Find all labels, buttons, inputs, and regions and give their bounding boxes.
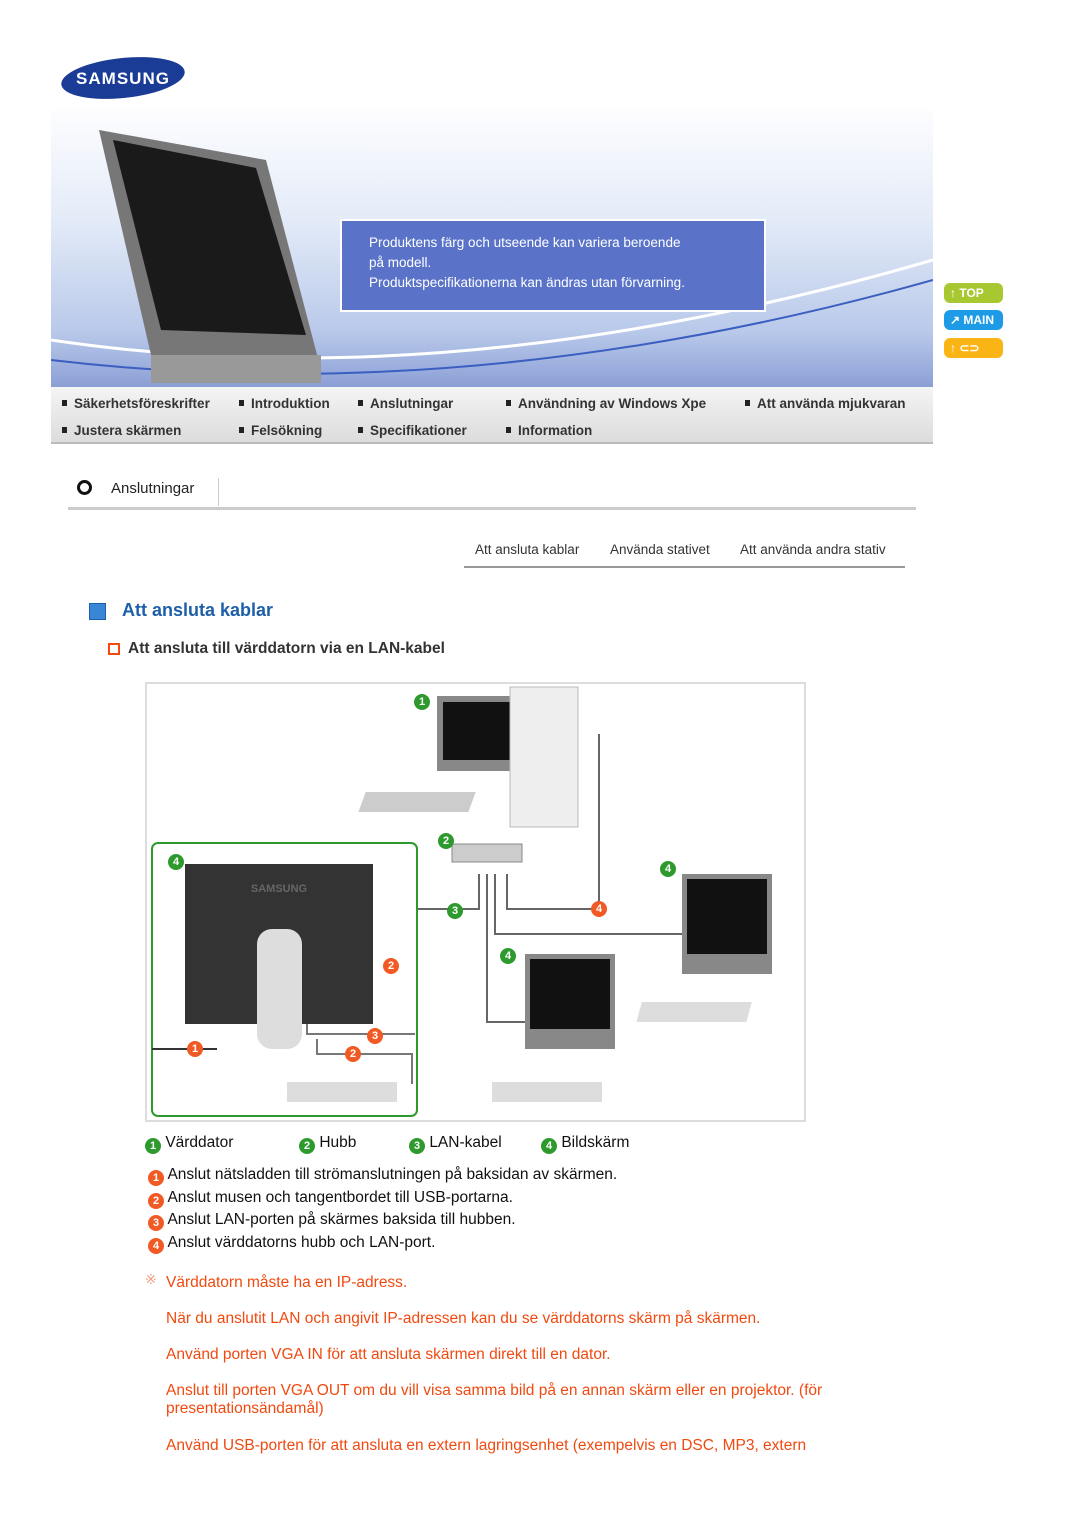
arrow-up-lips-icon: ↑ ⊂⊃ (950, 341, 980, 355)
nav-felsokning[interactable]: Felsökning (239, 423, 322, 438)
note: Anslut till porten VGA OUT om du vill vi… (166, 1382, 823, 1417)
top-button[interactable]: ↑ TOP (944, 283, 1003, 303)
section-icon (89, 603, 106, 620)
subsection-title: Att ansluta till värddatorn via en LAN-k… (128, 640, 445, 657)
step-text: Anslut musen och tangentbordet till USB-… (167, 1189, 513, 1206)
step: 3 Anslut LAN-porten på skärmes baksida t… (148, 1211, 516, 1231)
marker-hub: 2 (438, 833, 454, 849)
notice-line: Produktens färg och utseende kan variera… (369, 235, 681, 250)
marker-usb: 2 (383, 958, 399, 974)
arrow-up-icon: ↑ (950, 286, 960, 300)
nav-justera[interactable]: Justera skärmen (62, 423, 181, 438)
monitor-brand: SAMSUNG (251, 883, 307, 895)
connection-diagram: SAMSUNG 1 2 3 4 4 4 1 2 2 3 4 (145, 682, 806, 1122)
step-text: Anslut värddatorns hubb och LAN-port. (167, 1234, 436, 1251)
tab-andra-stativ[interactable]: Att använda andra stativ (740, 542, 886, 557)
divider (218, 478, 219, 506)
legend-monitor: 4 Bildskärm (541, 1134, 629, 1154)
nav-sakerhet[interactable]: Säkerhetsföreskrifter (62, 396, 210, 411)
note: Använd porten VGA IN för att ansluta skä… (166, 1346, 611, 1363)
subsection-icon (108, 643, 120, 655)
circle-icon (77, 480, 92, 495)
legend-label: LAN-kabel (429, 1134, 502, 1151)
step-text: Anslut nätsladden till strömanslutningen… (167, 1166, 618, 1183)
samsung-logo: SAMSUNG (60, 56, 186, 100)
nav-anslutningar[interactable]: Anslutningar (358, 396, 453, 411)
main-button[interactable]: ↗ MAIN (944, 310, 1003, 330)
top-label: TOP (959, 286, 984, 300)
marker-lan: 3 (447, 903, 463, 919)
breadcrumb-label: Anslutningar (111, 480, 195, 497)
arrow-icon: ↗ (950, 313, 964, 327)
nav-specifikationer[interactable]: Specifikationer (358, 423, 467, 438)
legend-marker: 3 (409, 1138, 425, 1154)
main-label: MAIN (963, 313, 995, 327)
section-title: Att ansluta kablar (122, 600, 274, 620)
legend-marker: 4 (541, 1138, 557, 1154)
legend-marker: 1 (145, 1138, 161, 1154)
nav-windows-xpe[interactable]: Användning av Windows Xpe (506, 396, 706, 411)
legend-marker: 2 (299, 1138, 315, 1154)
legend-label: Värddator (165, 1134, 234, 1151)
legend-label: Hubb (319, 1134, 357, 1151)
legend-hub: 2 Hubb (299, 1134, 356, 1154)
notice-line: Produktspecifikationerna kan ändras utan… (369, 275, 685, 290)
tab-att-ansluta-kablar[interactable]: Att ansluta kablar (475, 542, 579, 557)
notice-line: på modell. (369, 255, 432, 270)
tab-anvanda-stativet[interactable]: Använda stativet (610, 542, 710, 557)
marker-monitor: 4 (500, 948, 516, 964)
marker-monitor: 4 (168, 854, 184, 870)
note: När du anslutit LAN och angivit IP-adres… (166, 1310, 761, 1327)
step-text: Anslut LAN-porten på skärmes baksida til… (167, 1211, 516, 1228)
marker-monitor: 4 (660, 861, 676, 877)
step: 1 Anslut nätsladden till strömanslutning… (148, 1166, 617, 1186)
svg-text:SAMSUNG: SAMSUNG (76, 69, 170, 88)
back-button[interactable]: ↑ ⊂⊃ (944, 338, 1003, 358)
subtabs: Att ansluta kablar Använda stativet Att … (464, 540, 905, 568)
note: Värddatorn måste ha en IP-adress. (166, 1274, 408, 1291)
step-marker: 2 (148, 1193, 164, 1209)
marker-power: 1 (187, 1041, 203, 1057)
step: 2 Anslut musen och tangentbordet till US… (148, 1189, 513, 1209)
marker-usb: 2 (345, 1046, 361, 1062)
main-nav: Säkerhetsföreskrifter Introduktion Anslu… (51, 387, 933, 444)
nav-introduktion[interactable]: Introduktion (239, 396, 330, 411)
note: Använd USB-porten för att ansluta en ext… (166, 1437, 807, 1454)
step-marker: 4 (148, 1238, 164, 1254)
banner-notice: Produktens färg och utseende kan variera… (340, 219, 766, 312)
legend-lan: 3 LAN-kabel (409, 1134, 502, 1154)
step-marker: 1 (148, 1170, 164, 1186)
marker-lan-port: 3 (367, 1028, 383, 1044)
legend-host: 1 Värddator (145, 1134, 233, 1154)
note-icon: ※ (145, 1271, 157, 1287)
breadcrumb: Anslutningar (68, 472, 916, 510)
step-marker: 3 (148, 1215, 164, 1231)
marker-host: 1 (414, 694, 430, 710)
marker-host-lan: 4 (591, 901, 607, 917)
legend-label: Bildskärm (561, 1134, 630, 1151)
nav-information[interactable]: Information (506, 423, 592, 438)
step: 4 Anslut värddatorns hubb och LAN-port. (148, 1234, 435, 1254)
nav-mjukvaran[interactable]: Att använda mjukvaran (745, 396, 906, 411)
